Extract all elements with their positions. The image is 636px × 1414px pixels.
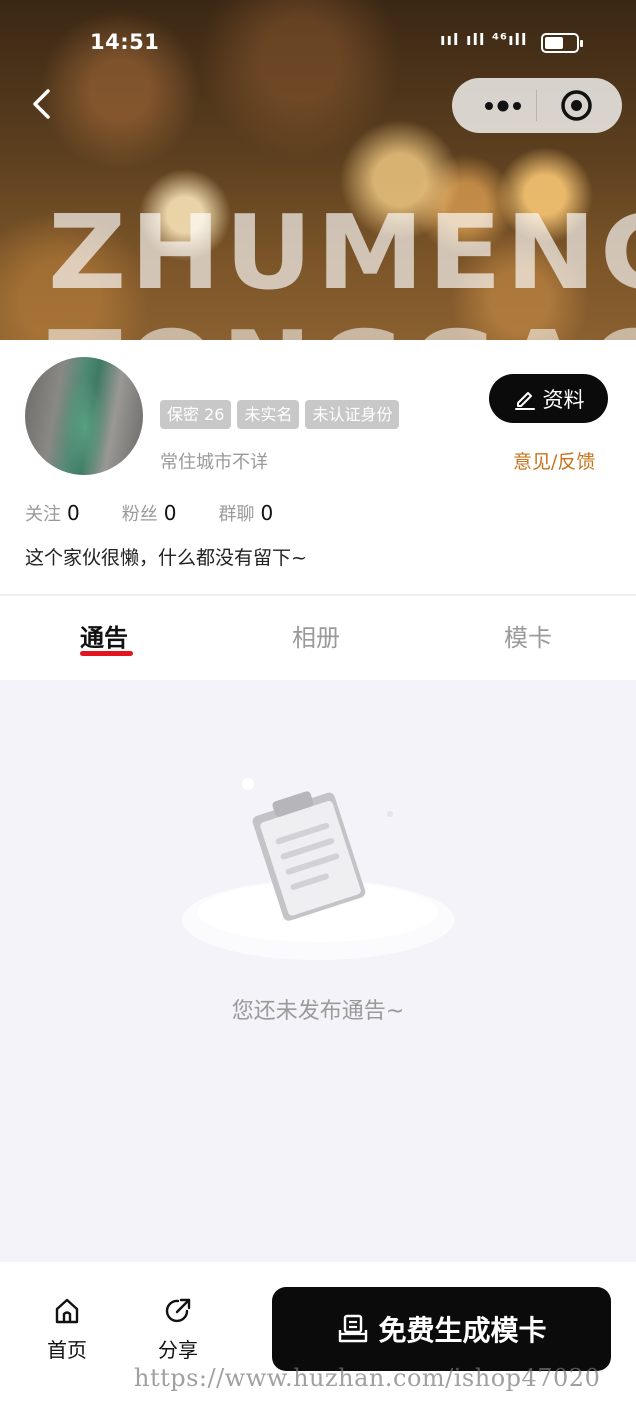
profile-tabs: 通告 相册 模卡 (0, 596, 636, 680)
stat-followers-label: 粉丝 (121, 504, 158, 525)
tab-model-card[interactable]: 模卡 (504, 618, 552, 653)
signal-icon: ııl ıll ⁴⁶ıll (440, 30, 528, 49)
stat-groups-value: 0 (260, 501, 274, 525)
tag-real-name: 未实名 (237, 400, 300, 429)
header-banner: ZHUMENG TONGGAO 14:51 ııl ıll ⁴⁶ıll (0, 0, 636, 340)
empty-clipboard-icon (178, 772, 458, 972)
banner-text-line2: TONGGAO (48, 318, 636, 341)
nav-share-label: 分享 (158, 1338, 198, 1362)
profile-stats: 关注 0 粉丝 0 群聊 0 (25, 500, 315, 526)
battery-icon (541, 33, 583, 53)
more-button[interactable] (470, 78, 536, 133)
tab-content: 您还未发布通告~ (0, 680, 636, 1262)
edit-profile-label: 资料 (542, 387, 585, 412)
stat-following[interactable]: 关注 0 (25, 500, 80, 526)
avatar[interactable] (25, 357, 143, 475)
bio-text: 这个家伙很懒，什么都没有留下~ (25, 547, 307, 569)
more-dots-icon (485, 100, 521, 111)
tab-album[interactable]: 相册 (292, 618, 340, 653)
close-miniprogram-button[interactable] (560, 89, 593, 122)
back-button[interactable] (22, 82, 66, 126)
generate-model-card-label: 免费生成模卡 (378, 1314, 547, 1347)
generate-model-card-button[interactable]: 免费生成模卡 (272, 1287, 611, 1371)
stat-groups-label: 群聊 (218, 504, 255, 525)
stat-following-value: 0 (67, 501, 80, 525)
empty-state-text: 您还未发布通告~ (231, 999, 405, 1024)
profile-card: 保密 26 未实名 未认证身份 常住城市不详 资料 意见/反馈 关注 0 粉丝 0 … (0, 340, 636, 595)
city-label: 常住城市不详 (160, 452, 268, 473)
stat-followers[interactable]: 粉丝 0 (122, 500, 177, 526)
stat-following-label: 关注 (25, 504, 61, 525)
edit-profile-button[interactable]: 资料 (489, 374, 608, 423)
stat-groups[interactable]: 群聊 0 (218, 500, 273, 526)
tag-identity: 未认证身份 (305, 400, 400, 429)
target-icon (561, 90, 592, 121)
share-icon (165, 1298, 191, 1323)
chevron-left-icon (33, 89, 50, 119)
mini-program-capsule (452, 78, 622, 133)
banner-text-line1: ZHUMENG (48, 194, 636, 313)
nav-share[interactable]: 分享 (143, 1296, 213, 1363)
feedback-link[interactable]: 意见/反馈 (513, 447, 595, 474)
home-icon (55, 1298, 79, 1324)
tab-announcements[interactable]: 通告 (80, 618, 128, 653)
stat-followers-value: 0 (163, 501, 177, 525)
profile-tags: 保密 26 未实名 未认证身份 (160, 400, 400, 429)
nav-home[interactable]: 首页 (32, 1296, 102, 1363)
print-card-icon (339, 1314, 368, 1343)
tag-gender-age: 保密 26 (160, 400, 232, 429)
watermark-text: https://www.huzhan.com/ishop47020 (134, 1364, 601, 1392)
edit-icon (514, 391, 535, 410)
nav-home-label: 首页 (47, 1338, 87, 1362)
active-tab-indicator (80, 651, 133, 656)
status-time: 14:51 (90, 30, 160, 54)
capsule-divider (536, 90, 537, 121)
